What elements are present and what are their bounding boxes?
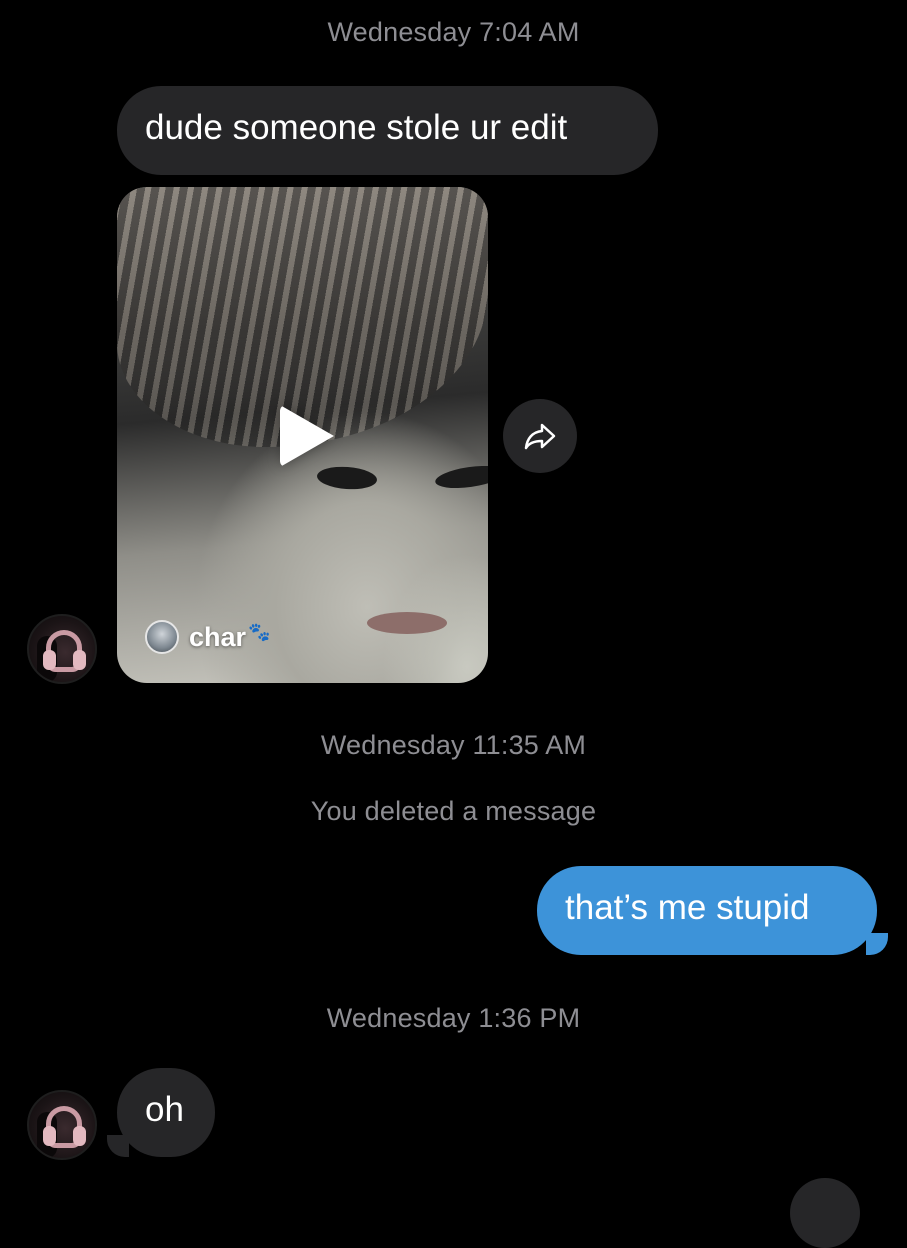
outgoing-message-bubble[interactable]: that’s me stupid [537, 866, 877, 955]
sender-avatar[interactable] [27, 614, 97, 684]
timestamp: Wednesday 1:36 PM [326, 1003, 581, 1033]
share-arrow-icon [524, 423, 556, 450]
headphone-cup [73, 650, 86, 670]
message-text: that’s me stupid [565, 888, 810, 927]
video-thumbnail-detail [316, 464, 378, 492]
headphone-cup [43, 650, 56, 670]
video-creator[interactable]: char 🐾 [145, 620, 270, 654]
headphone-cup [73, 1126, 86, 1146]
creator-name: char [189, 621, 247, 652]
video-thumbnail-detail [367, 612, 447, 634]
sender-avatar[interactable] [27, 1090, 97, 1160]
headphone-cup [43, 1126, 56, 1146]
video-thumbnail-detail [433, 462, 488, 492]
timestamp: Wednesday 7:04 AM [327, 17, 580, 47]
incoming-message-bubble[interactable]: dude someone stole ur edit [117, 86, 658, 175]
message-text: oh [145, 1090, 184, 1129]
shared-video-card[interactable]: char 🐾 [117, 187, 488, 683]
creator-avatar [145, 620, 179, 654]
timestamp: Wednesday 11:35 AM [320, 730, 587, 760]
deleted-message-notice: You deleted a message [310, 796, 597, 826]
incoming-message-bubble[interactable]: oh [117, 1068, 215, 1157]
paw-emoji: 🐾 [248, 621, 271, 642]
play-icon[interactable] [280, 405, 334, 467]
bubble-tail [107, 1135, 129, 1157]
message-text: dude someone stole ur edit [145, 108, 568, 147]
share-button[interactable] [503, 399, 577, 473]
bubble-tail [866, 933, 888, 955]
scroll-button[interactable] [790, 1178, 860, 1248]
